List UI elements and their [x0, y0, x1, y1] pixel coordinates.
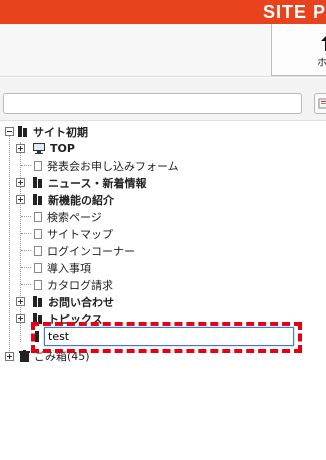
tree-line	[21, 216, 31, 217]
tree-line	[20, 142, 21, 342]
root-collapse-toggle[interactable]	[5, 127, 14, 136]
expand-toggle[interactable]	[16, 178, 25, 187]
tree-item-label: お問い合わせ	[48, 295, 114, 309]
tree-item-label: ニュース・新着情報	[48, 176, 147, 190]
expand-toggle[interactable]	[16, 314, 25, 323]
tree-item-page[interactable]: 発表会お申し込みフォーム	[34, 157, 179, 174]
home-button[interactable]: ホ	[271, 24, 326, 76]
tree-line	[21, 267, 31, 268]
search-button[interactable]	[314, 93, 326, 114]
folder-icon	[33, 194, 43, 205]
home-label: ホ	[317, 58, 326, 69]
tree-line	[21, 284, 31, 285]
expand-toggle[interactable]	[16, 144, 25, 153]
tree-item-label: 導入事項	[47, 261, 91, 275]
tree-item-folder[interactable]: 新機能の紹介	[33, 191, 114, 208]
tree-line	[21, 250, 31, 251]
tree-item-label: TOP	[50, 142, 75, 155]
tree-item-label: 検索ページ	[47, 210, 102, 224]
expand-toggle[interactable]	[16, 297, 25, 306]
tree-item-label: 発表会お申し込みフォーム	[47, 159, 179, 173]
top-bar: SITE P	[0, 0, 326, 24]
page-icon	[34, 245, 42, 256]
page-icon	[35, 331, 39, 342]
expand-toggle[interactable]	[16, 195, 25, 204]
new-item-name-input[interactable]	[44, 327, 294, 346]
tree-item-page[interactable]: カタログ請求	[34, 276, 113, 293]
tree-root[interactable]: サイト初期	[18, 123, 88, 140]
brand-title: SITE P	[262, 2, 326, 22]
tree-item-label: サイトマップ	[47, 227, 113, 241]
home-icon	[321, 36, 326, 51]
folder-icon	[33, 177, 43, 188]
tree-item-top[interactable]: TOP	[33, 140, 75, 157]
folder-icon	[18, 126, 28, 137]
page-icon	[34, 228, 42, 239]
tree-item-page[interactable]: 検索ページ	[34, 208, 102, 225]
tree-item-label: ログインコーナー	[47, 244, 135, 258]
monitor-icon	[33, 143, 45, 154]
tree-item-folder[interactable]: ニュース・新着情報	[33, 174, 146, 191]
page-icon	[34, 160, 42, 171]
tree-item-label: 新機能の紹介	[48, 193, 114, 207]
page-icon	[34, 279, 42, 290]
tree-item-label: カタログ請求	[47, 278, 113, 292]
page-icon	[34, 262, 42, 273]
tree-item-page[interactable]: サイトマップ	[34, 225, 113, 242]
expand-toggle[interactable]	[5, 352, 14, 361]
search-input[interactable]	[3, 93, 302, 114]
search-button-icon	[318, 98, 326, 109]
tree-line	[21, 233, 31, 234]
folder-icon	[33, 296, 43, 307]
tree-item-folder[interactable]: お問い合わせ	[33, 293, 114, 310]
page-icon	[34, 211, 42, 222]
tree-item-page[interactable]: 導入事項	[34, 259, 91, 276]
trash-icon	[19, 349, 30, 362]
tree-line	[21, 165, 31, 166]
tree-item-page[interactable]: ログインコーナー	[34, 242, 135, 259]
tree-line	[9, 135, 10, 353]
tree-root-label: サイト初期	[33, 125, 88, 139]
